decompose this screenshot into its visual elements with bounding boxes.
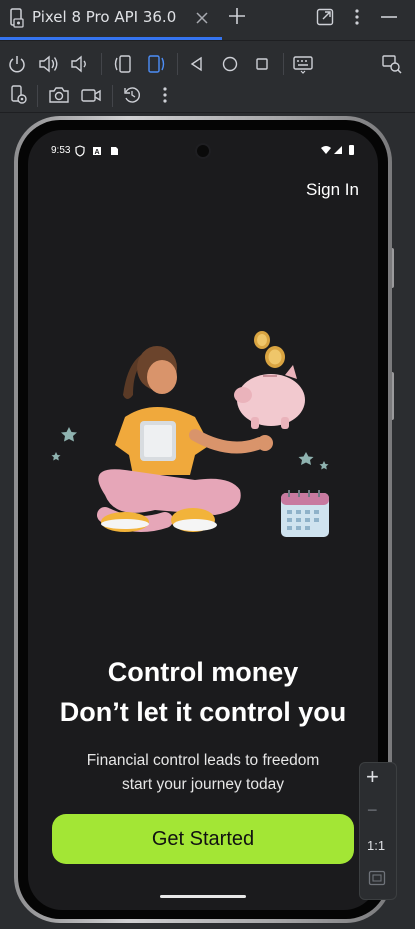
keyboard-icon[interactable] xyxy=(292,54,314,74)
gesture-home-bar[interactable] xyxy=(160,895,246,898)
rotate-right-icon[interactable] xyxy=(145,54,167,74)
volume-up-icon[interactable] xyxy=(38,54,60,74)
notification-icons: A xyxy=(75,145,118,157)
toolbar-separator xyxy=(112,85,113,107)
minimize-icon[interactable] xyxy=(379,8,399,26)
zoom-in-button[interactable]: + xyxy=(366,764,379,790)
toolbar-separator xyxy=(37,85,38,107)
zoom-actual-size-button[interactable]: 1:1 xyxy=(367,838,385,853)
device-settings-icon[interactable] xyxy=(9,85,29,105)
subline-line-2: start your journey today xyxy=(122,776,284,793)
record-video-icon[interactable] xyxy=(80,85,102,105)
headline-line-1: Control money xyxy=(107,657,299,687)
tab-device[interactable]: Pixel 8 Pro API 36.0 xyxy=(0,0,222,37)
snapshot-restore-icon[interactable] xyxy=(122,85,142,105)
tab-title: Pixel 8 Pro API 36.0 xyxy=(32,8,177,26)
more-vertical-icon[interactable] xyxy=(157,85,173,105)
back-icon[interactable] xyxy=(189,56,205,72)
rotate-left-icon[interactable] xyxy=(112,54,134,74)
toolbar-separator xyxy=(283,53,284,75)
more-vertical-icon[interactable] xyxy=(349,8,365,26)
status-time: 9:53 xyxy=(51,145,71,156)
toolbar-separator xyxy=(177,53,178,75)
emulator-toolbar xyxy=(0,40,415,81)
zoom-out-button[interactable]: − xyxy=(367,800,378,821)
zoom-fit-icon[interactable] xyxy=(368,870,386,886)
headline-line-2: Don’t let it control you xyxy=(59,697,347,727)
front-camera xyxy=(195,143,211,159)
power-icon[interactable] xyxy=(7,54,27,74)
subline-line-1: Financial control leads to freedom xyxy=(86,752,320,769)
device-mirroring-icon[interactable] xyxy=(381,54,403,74)
volume-down-icon[interactable] xyxy=(70,54,90,74)
svg-text:A: A xyxy=(95,149,100,156)
overview-icon[interactable] xyxy=(254,56,270,72)
get-started-button[interactable]: Get Started xyxy=(52,814,354,864)
sign-in-link[interactable]: Sign In xyxy=(306,180,359,200)
device-icon xyxy=(10,8,24,28)
popout-icon[interactable] xyxy=(316,8,334,26)
home-icon[interactable] xyxy=(221,55,239,73)
close-icon[interactable] xyxy=(196,12,208,24)
status-icons xyxy=(321,145,354,155)
camera-icon[interactable] xyxy=(48,85,70,105)
add-icon[interactable] xyxy=(228,7,246,25)
finance-illustration xyxy=(51,331,329,537)
toolbar-separator xyxy=(101,53,102,75)
